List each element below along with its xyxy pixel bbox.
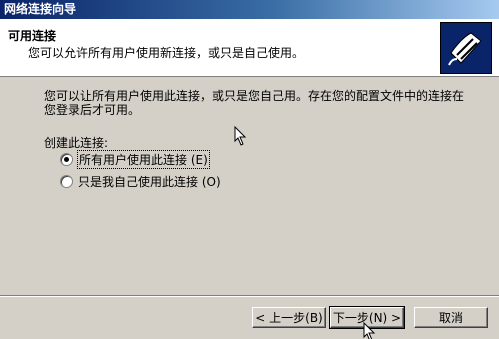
back-button[interactable]: < 上一步(B) — [252, 307, 326, 328]
radio-button-icon[interactable] — [60, 174, 73, 188]
wizard-window: 网络连接向导 可用连接 您可以允许所有用户使用新连接，或只是自己使用。 您可以让… — [0, 0, 499, 339]
separator — [0, 295, 499, 297]
title-bar[interactable]: 网络连接向导 — [0, 0, 499, 19]
radio-button-icon[interactable] — [60, 152, 73, 166]
header-title: 可用连接 — [8, 29, 57, 43]
radio-all-users[interactable]: 所有用户使用此连接 (E) — [60, 149, 210, 169]
window-title: 网络连接向导 — [4, 2, 77, 16]
network-cable-icon — [440, 22, 492, 74]
header-subtitle: 您可以允许所有用户使用新连接，或只是自己使用。 — [28, 46, 305, 60]
radio-only-me-label[interactable]: 只是我自己使用此连接 (O) — [78, 173, 221, 190]
wizard-header: 可用连接 您可以允许所有用户使用新连接，或只是自己使用。 — [0, 19, 499, 77]
create-connection-label: 创建此连接: — [44, 136, 109, 150]
description-text: 您可以让所有用户使用此连接，或只是您自己用。存在您的配置文件中的连接在您登录后才… — [44, 89, 465, 117]
radio-all-users-label[interactable]: 所有用户使用此连接 (E) — [77, 149, 210, 169]
cancel-button[interactable]: 取消 — [414, 307, 488, 328]
radio-only-me[interactable]: 只是我自己使用此连接 (O) — [60, 173, 221, 189]
mouse-pointer-icon — [363, 322, 376, 339]
mouse-pointer-icon — [234, 126, 247, 146]
